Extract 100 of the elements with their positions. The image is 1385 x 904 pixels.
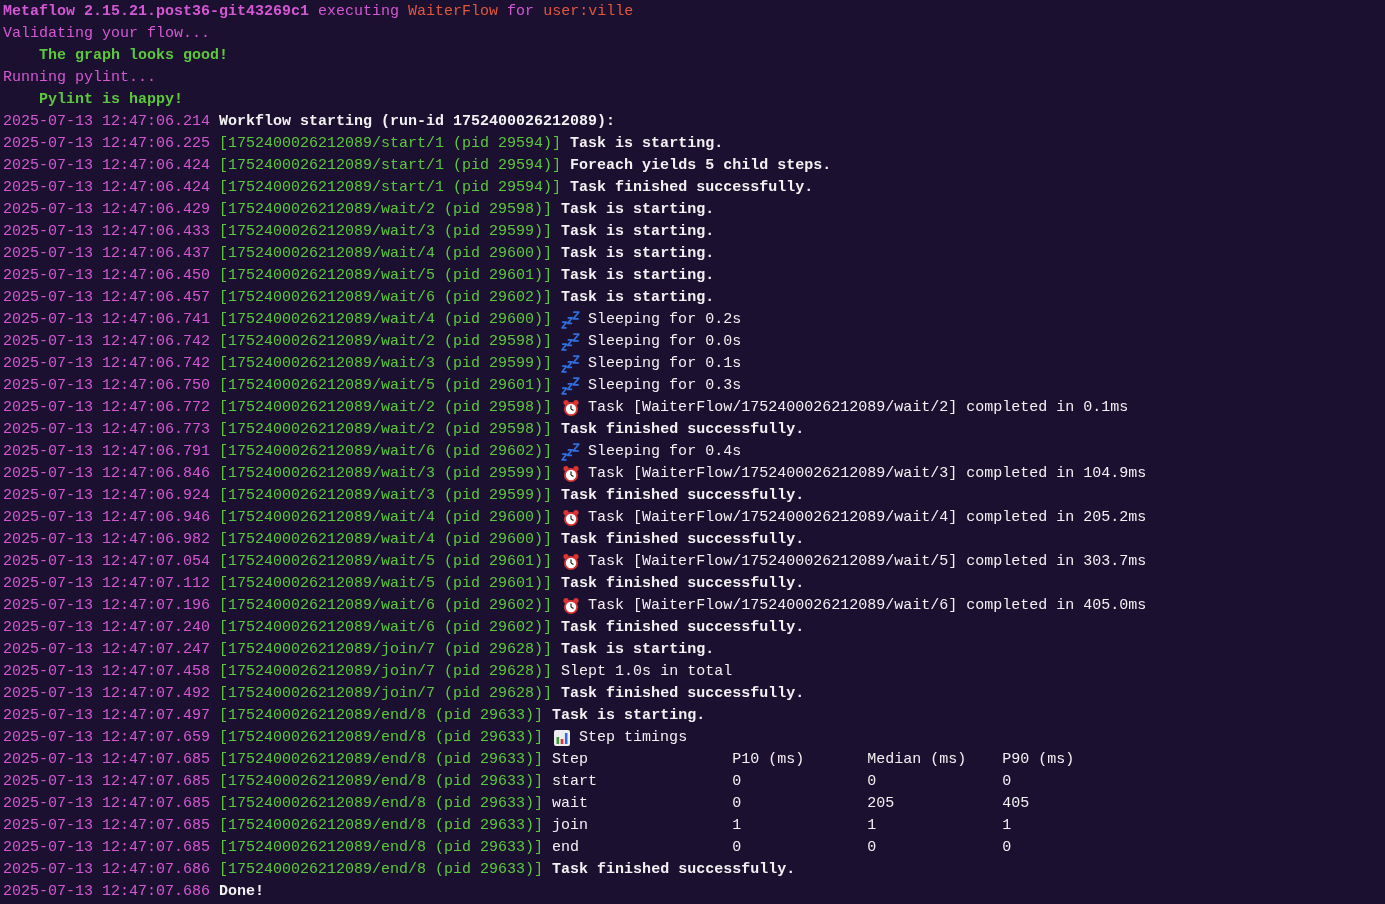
log-message: Task is starting. — [552, 706, 706, 726]
log-message: Task is starting. — [561, 222, 715, 242]
timestamp: 2025-07-13 12:47:06.742 — [3, 354, 211, 374]
table-cell-text: 1 — [732, 816, 743, 836]
log-message: Foreach yields 5 child steps. — [570, 156, 832, 176]
task-id: [1752400026212089/wait/2 (pid 29598)] — [219, 200, 553, 220]
timestamp: 2025-07-13 12:47:06.982 — [3, 530, 211, 550]
log-message: Task finished successfully. — [561, 618, 805, 638]
log-message: Task is starting. — [561, 244, 715, 264]
table-cell-text: Median (ms) — [867, 750, 968, 770]
task-id: [1752400026212089/wait/3 (pid 29599)] — [219, 354, 553, 374]
task-id: [1752400026212089/wait/6 (pid 29602)] — [219, 596, 553, 616]
log-message: Task [WaiterFlow/1752400026212089/wait/2] completed in 0.1ms — [588, 398, 1129, 418]
timestamp: 2025-07-13 12:47:06.742 — [3, 332, 211, 352]
output-text: Validating your flow... — [3, 24, 211, 44]
task-id: [1752400026212089/join/7 (pid 29628)] — [219, 640, 553, 660]
table-cell-text: 205 — [867, 794, 896, 814]
table-cell-text: 0 — [1002, 772, 1012, 792]
table-cell-text: P90 (ms) — [1002, 750, 1075, 770]
table-cell-text: 405 — [1002, 794, 1030, 814]
timestamp: 2025-07-13 12:47:07.685 — [3, 816, 211, 836]
task-id: [1752400026212089/wait/2 (pid 29598)] — [219, 420, 553, 440]
sleeping-icon — [561, 377, 582, 395]
log-message: Task [WaiterFlow/1752400026212089/wait/4] completed in 205.2ms — [588, 508, 1147, 528]
task-id: [1752400026212089/wait/4 (pid 29600)] — [219, 530, 553, 550]
timestamp: 2025-07-13 12:47:07.247 — [3, 640, 211, 660]
log-message: Sleeping for 0.3s — [588, 376, 742, 396]
table-cell-text: 0 — [1002, 838, 1012, 858]
task-id: [1752400026212089/wait/5 (pid 29601)] — [219, 552, 553, 572]
timestamp: 2025-07-13 12:47:06.225 — [3, 134, 211, 154]
log-message: Task is starting. — [561, 288, 715, 308]
timestamp: 2025-07-13 12:47:06.424 — [3, 178, 211, 198]
task-id: [1752400026212089/wait/4 (pid 29600)] — [219, 244, 553, 264]
task-id: [1752400026212089/join/7 (pid 29628)] — [219, 662, 553, 682]
output-text: executing — [317, 2, 401, 22]
table-cell-text: 0 — [732, 772, 743, 792]
log-message: Task [WaiterFlow/1752400026212089/wait/3] completed in 104.9ms — [588, 464, 1147, 484]
log-message: Task finished successfully. — [561, 486, 805, 506]
log-message: Step timings — [579, 728, 688, 748]
log-message: Task is starting. — [561, 200, 715, 220]
log-message: Task [WaiterFlow/1752400026212089/wait/5] completed in 303.7ms — [588, 552, 1147, 572]
task-id: [1752400026212089/wait/3 (pid 29599)] — [219, 464, 553, 484]
log-message: Task finished successfully. — [552, 860, 796, 880]
log-message: Slept 1.0s in total — [561, 662, 733, 682]
alarm-clock-icon — [561, 399, 582, 417]
timestamp: 2025-07-13 12:47:06.457 — [3, 288, 211, 308]
task-id: [1752400026212089/end/8 (pid 29633)] — [219, 706, 544, 726]
output-text: The graph looks good! — [39, 46, 229, 66]
table-cell-text: 0 — [732, 794, 743, 814]
sleeping-icon — [561, 443, 582, 461]
timestamp: 2025-07-13 12:47:06.741 — [3, 310, 211, 330]
table-cell-text: 1 — [1002, 816, 1012, 836]
task-id: [1752400026212089/join/7 (pid 29628)] — [219, 684, 553, 704]
task-id: [1752400026212089/end/8 (pid 29633)] — [219, 794, 544, 814]
log-message: Workflow starting (run-id 1752400026212089): — [219, 112, 616, 132]
timestamp: 2025-07-13 12:47:07.685 — [3, 750, 211, 770]
task-id: [1752400026212089/wait/4 (pid 29600)] — [219, 508, 553, 528]
task-id: [1752400026212089/wait/2 (pid 29598)] — [219, 332, 553, 352]
table-cell-text: 0 — [732, 838, 743, 858]
log-message: Task finished successfully. — [561, 684, 805, 704]
timestamp: 2025-07-13 12:47:06.846 — [3, 464, 211, 484]
timestamp: 2025-07-13 12:47:06.791 — [3, 442, 211, 462]
log-message: Task is starting. — [561, 266, 715, 286]
sleeping-icon — [561, 333, 582, 351]
alarm-clock-icon — [561, 597, 582, 615]
timestamp: 2025-07-13 12:47:06.924 — [3, 486, 211, 506]
bar-chart-icon — [552, 729, 573, 747]
output-text: WaiterFlow — [408, 2, 499, 22]
timestamp: 2025-07-13 12:47:07.686 — [3, 882, 211, 902]
task-id: [1752400026212089/end/8 (pid 29633)] — [219, 838, 544, 858]
log-message: Task finished successfully. — [561, 574, 805, 594]
task-id: [1752400026212089/start/1 (pid 29594)] — [219, 178, 562, 198]
timestamp: 2025-07-13 12:47:06.750 — [3, 376, 211, 396]
log-message: Done! — [219, 882, 265, 902]
task-id: [1752400026212089/start/1 (pid 29594)] — [219, 156, 562, 176]
log-message: Sleeping for 0.1s — [588, 354, 742, 374]
timestamp: 2025-07-13 12:47:06.772 — [3, 398, 211, 418]
timestamp: 2025-07-13 12:47:07.497 — [3, 706, 211, 726]
task-id: [1752400026212089/wait/5 (pid 29601)] — [219, 266, 553, 286]
timestamp: 2025-07-13 12:47:06.437 — [3, 244, 211, 264]
task-id: [1752400026212089/wait/2 (pid 29598)] — [219, 398, 553, 418]
timestamp: 2025-07-13 12:47:07.112 — [3, 574, 211, 594]
timestamp: 2025-07-13 12:47:07.240 — [3, 618, 211, 638]
task-id: [1752400026212089/end/8 (pid 29633)] — [219, 816, 544, 836]
task-id: [1752400026212089/wait/5 (pid 29601)] — [219, 376, 553, 396]
sleeping-icon — [561, 355, 582, 373]
table-cell-text: 0 — [867, 838, 878, 858]
alarm-clock-icon — [561, 553, 582, 571]
alarm-clock-icon — [561, 465, 582, 483]
log-message: Task is starting. — [570, 134, 724, 154]
task-id: [1752400026212089/end/8 (pid 29633)] — [219, 728, 544, 748]
log-message: Sleeping for 0.2s — [588, 310, 742, 330]
timestamp: 2025-07-13 12:47:07.685 — [3, 794, 211, 814]
output-text: Metaflow 2.15.21.post36-git43269c1 — [3, 2, 310, 22]
timestamp: 2025-07-13 12:47:07.492 — [3, 684, 211, 704]
output-text: Running pylint... — [3, 68, 157, 88]
table-cell-text: Step — [552, 750, 590, 770]
task-id: [1752400026212089/wait/6 (pid 29602)] — [219, 618, 553, 638]
task-id: [1752400026212089/wait/5 (pid 29601)] — [219, 574, 553, 594]
output-text: for — [506, 2, 536, 22]
